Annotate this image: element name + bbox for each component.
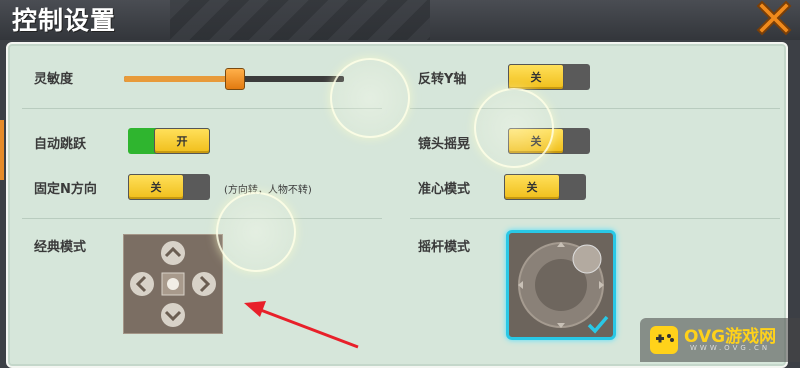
divider [22,218,382,219]
close-button[interactable] [754,0,794,36]
classic-mode-option[interactable] [123,234,223,334]
touch-ripple [216,192,296,272]
toggle-state: 开 [154,128,210,154]
auto-jump-toggle[interactable]: 开 [128,128,210,154]
camera-shake-label: 镜头摇晃 [418,137,471,152]
sensitivity-label: 灵敏度 [34,72,74,87]
auto-jump-label: 自动跳跃 [34,137,87,152]
slider-fill [124,76,234,82]
dpad-icon [130,241,216,327]
toggle-state: 关 [508,64,564,90]
divider [22,108,382,109]
watermark-url: WWW.OVG.CN [690,344,771,352]
touch-ripple [330,58,410,138]
classic-mode-label: 经典模式 [34,240,87,255]
gamepad-logo-icon [650,326,678,354]
sensitivity-slider[interactable] [124,68,344,90]
panel-edge-marker [0,120,4,180]
invert-y-toggle[interactable]: 关 [508,64,590,90]
joystick-icon [518,242,609,334]
divider [410,218,780,219]
toggle-state: 关 [504,174,560,200]
fixed-n-toggle[interactable]: 关 [128,174,210,200]
crosshair-label: 准心模式 [418,182,471,197]
crosshair-toggle[interactable]: 关 [504,174,586,200]
fixed-n-label: 固定N方向 [34,182,97,197]
toggle-state: 关 [128,174,184,200]
title-bar: 控制设置 [0,0,800,40]
joystick-mode-option[interactable] [506,230,616,340]
checkmark-icon [587,315,609,334]
red-arrow-annotation [244,301,359,349]
invert-y-label: 反转Y轴 [418,72,467,87]
page-title: 控制设置 [12,6,117,35]
touch-ripple [474,88,554,168]
title-bar-decoration [170,0,430,40]
slider-handle[interactable] [225,68,245,90]
joystick-mode-label: 摇杆模式 [418,240,471,255]
close-x-icon [756,0,792,36]
divider [410,108,780,109]
